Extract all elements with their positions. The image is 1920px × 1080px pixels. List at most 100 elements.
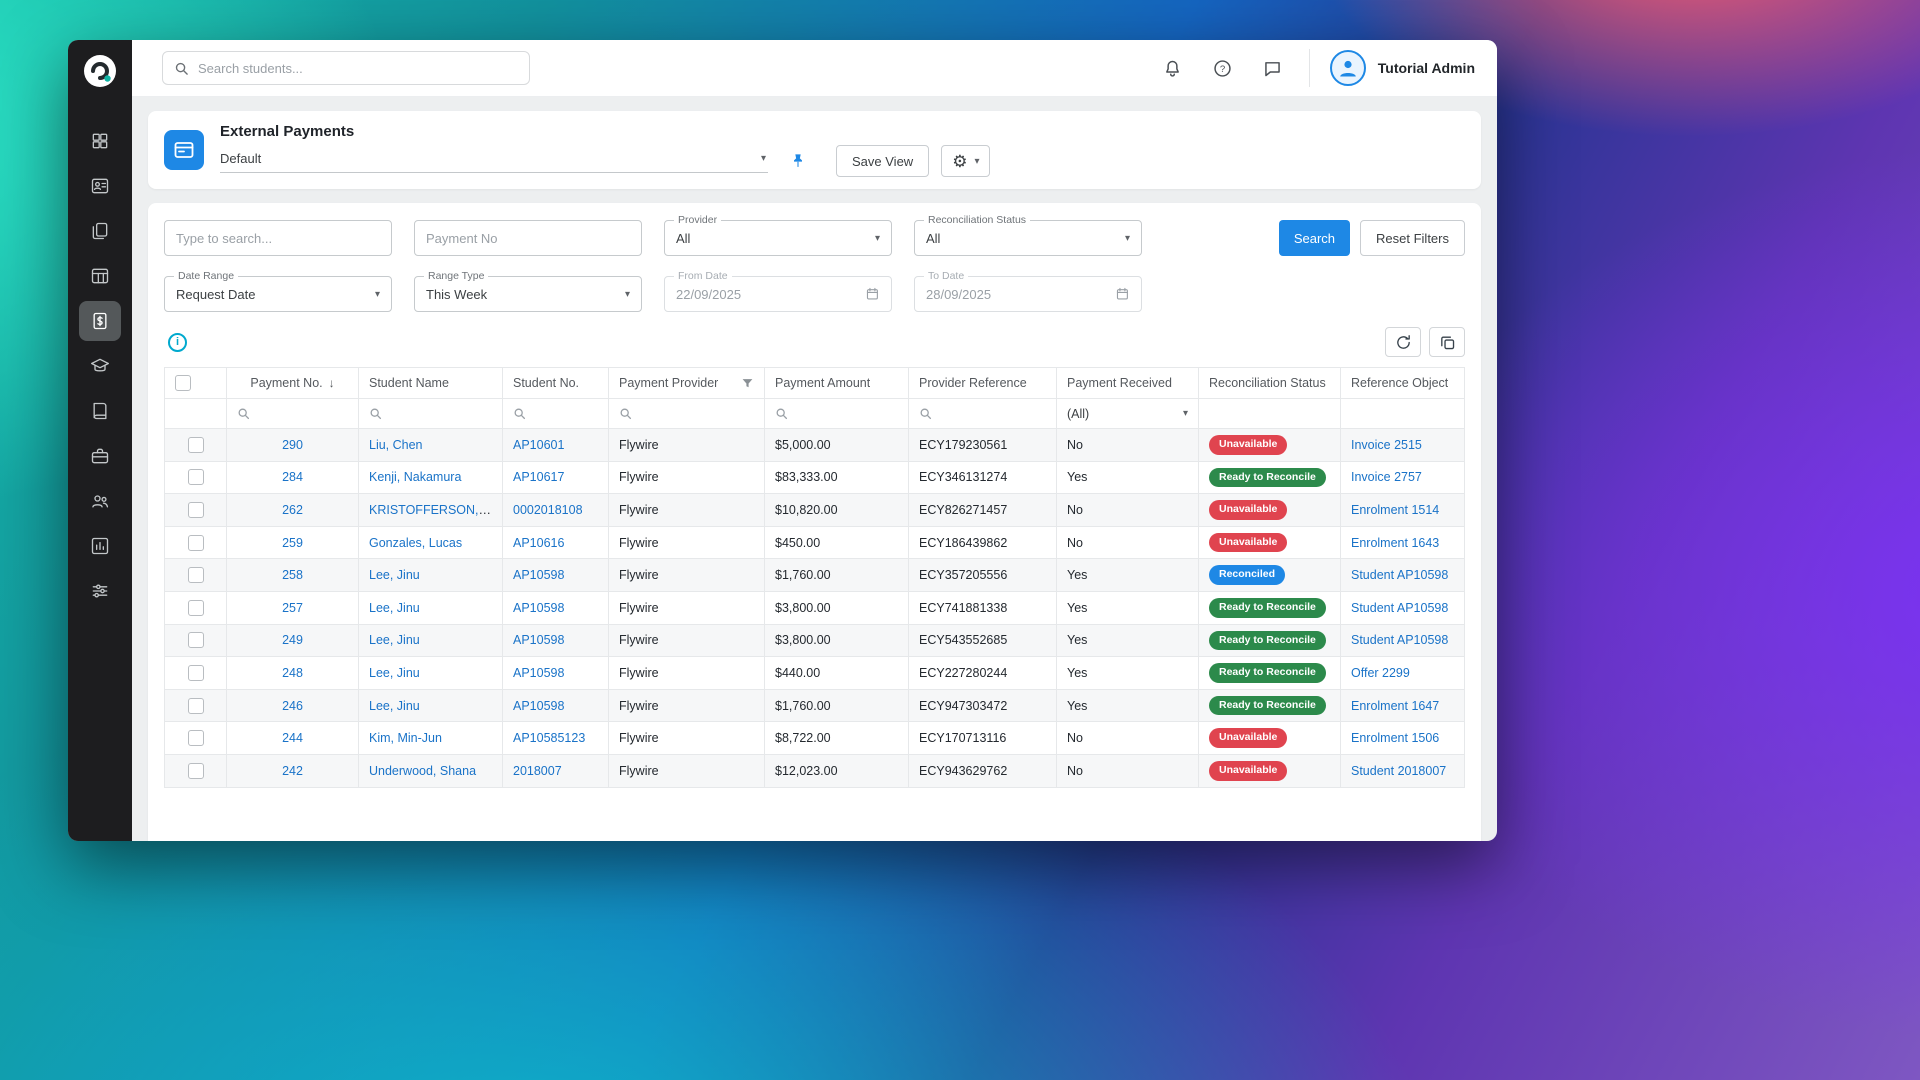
row-checkbox[interactable] bbox=[188, 730, 204, 746]
student-no-link[interactable]: 2018007 bbox=[513, 764, 562, 778]
student-no-link[interactable]: AP10598 bbox=[513, 633, 564, 647]
sidebar-item-reports[interactable] bbox=[79, 526, 121, 566]
student-name-link[interactable]: Lee, Jinu bbox=[369, 699, 420, 713]
select-all-header[interactable] bbox=[165, 368, 227, 399]
reference-object-link[interactable]: Invoice 2515 bbox=[1351, 438, 1422, 452]
student-name-link[interactable]: Lee, Jinu bbox=[369, 666, 420, 680]
reference-object-link[interactable]: Student AP10598 bbox=[1351, 601, 1448, 615]
student-no-link[interactable]: AP10616 bbox=[513, 536, 564, 550]
payment-no-link[interactable]: 259 bbox=[282, 536, 303, 550]
column-header-student-name[interactable]: Student Name bbox=[359, 368, 503, 399]
student-no-link[interactable]: AP10585123 bbox=[513, 731, 585, 745]
payment-no-link[interactable]: 242 bbox=[282, 764, 303, 778]
reference-object-link[interactable]: Enrolment 1506 bbox=[1351, 731, 1439, 745]
date-range-select[interactable]: Date Range Request Date ▾ bbox=[164, 276, 392, 312]
reference-object-link[interactable]: Enrolment 1643 bbox=[1351, 536, 1439, 550]
column-search-icon[interactable] bbox=[237, 407, 348, 420]
row-checkbox[interactable] bbox=[188, 600, 204, 616]
sidebar-item-library[interactable] bbox=[79, 391, 121, 431]
student-no-link[interactable]: AP10598 bbox=[513, 699, 564, 713]
column-header-reconciliation-status[interactable]: Reconciliation Status bbox=[1199, 368, 1341, 399]
student-name-link[interactable]: KRISTOFFERSON, Kris bbox=[369, 503, 503, 517]
chat-button[interactable] bbox=[1261, 56, 1285, 80]
payment-no-field[interactable] bbox=[414, 220, 642, 256]
payment-no-link[interactable]: 248 bbox=[282, 666, 303, 680]
row-checkbox[interactable] bbox=[188, 763, 204, 779]
column-header-payment-amount[interactable]: Payment Amount bbox=[765, 368, 909, 399]
help-button[interactable]: ? bbox=[1211, 56, 1235, 80]
payment-no-link[interactable]: 257 bbox=[282, 601, 303, 615]
student-name-link[interactable]: Kenji, Nakamura bbox=[369, 470, 461, 484]
keyword-search-input[interactable] bbox=[176, 231, 380, 246]
column-header-reference-object[interactable]: Reference Object bbox=[1341, 368, 1465, 399]
view-settings-button[interactable]: ⚙ ▾ bbox=[941, 145, 990, 177]
reference-object-link[interactable]: Student AP10598 bbox=[1351, 633, 1448, 647]
column-header-payment-received[interactable]: Payment Received bbox=[1057, 368, 1199, 399]
sidebar-item-documents[interactable] bbox=[79, 211, 121, 251]
row-checkbox[interactable] bbox=[188, 535, 204, 551]
reset-filters-button[interactable]: Reset Filters bbox=[1360, 220, 1465, 256]
column-search-icon[interactable] bbox=[369, 407, 492, 420]
student-name-link[interactable]: Liu, Chen bbox=[369, 438, 423, 452]
row-checkbox[interactable] bbox=[188, 698, 204, 714]
reference-object-link[interactable]: Student AP10598 bbox=[1351, 568, 1448, 582]
student-no-link[interactable]: AP10601 bbox=[513, 438, 564, 452]
sidebar-item-preferences[interactable] bbox=[79, 571, 121, 611]
column-filter-student-name[interactable] bbox=[359, 399, 503, 429]
column-search-icon[interactable] bbox=[919, 407, 1046, 420]
payment-no-link[interactable]: 249 bbox=[282, 633, 303, 647]
payment-no-link[interactable]: 244 bbox=[282, 731, 303, 745]
student-name-link[interactable]: Lee, Jinu bbox=[369, 633, 420, 647]
payment-no-link[interactable]: 284 bbox=[282, 470, 303, 484]
student-name-link[interactable]: Kim, Min-Jun bbox=[369, 731, 442, 745]
column-header-payment-no[interactable]: Payment No.↓ bbox=[227, 368, 359, 399]
column-filter-payment-received[interactable]: (All)▾ bbox=[1057, 399, 1199, 429]
row-checkbox[interactable] bbox=[188, 469, 204, 485]
column-filter-payment-no[interactable] bbox=[227, 399, 359, 429]
sidebar-item-tables[interactable] bbox=[79, 256, 121, 296]
row-checkbox[interactable] bbox=[188, 567, 204, 583]
sidebar-item-contacts[interactable] bbox=[79, 166, 121, 206]
search-button[interactable]: Search bbox=[1279, 220, 1350, 256]
column-search-icon[interactable] bbox=[619, 407, 754, 420]
row-checkbox[interactable] bbox=[188, 632, 204, 648]
payment-received-filter[interactable]: (All)▾ bbox=[1067, 407, 1188, 421]
payment-no-link[interactable]: 246 bbox=[282, 699, 303, 713]
reference-object-link[interactable]: Offer 2299 bbox=[1351, 666, 1410, 680]
column-filter-payment-provider[interactable] bbox=[609, 399, 765, 429]
row-checkbox[interactable] bbox=[188, 665, 204, 681]
sidebar-item-people[interactable] bbox=[79, 481, 121, 521]
student-search[interactable] bbox=[162, 51, 530, 85]
column-search-icon[interactable] bbox=[775, 407, 898, 420]
pin-view-button[interactable] bbox=[790, 153, 806, 169]
reference-object-link[interactable]: Enrolment 1647 bbox=[1351, 699, 1439, 713]
export-button[interactable] bbox=[1429, 327, 1465, 357]
save-view-button[interactable]: Save View bbox=[836, 145, 929, 177]
provider-select[interactable]: Provider All ▾ bbox=[664, 220, 892, 256]
view-selector[interactable]: Default ▾ bbox=[220, 150, 768, 173]
app-logo-icon[interactable] bbox=[81, 52, 119, 95]
refresh-button[interactable] bbox=[1385, 327, 1421, 357]
column-filter-provider-reference[interactable] bbox=[909, 399, 1057, 429]
row-checkbox[interactable] bbox=[188, 502, 204, 518]
student-no-link[interactable]: 0002018108 bbox=[513, 503, 583, 517]
row-checkbox[interactable] bbox=[188, 437, 204, 453]
filter-funnel-icon[interactable] bbox=[741, 377, 754, 390]
column-header-provider-reference[interactable]: Provider Reference bbox=[909, 368, 1057, 399]
range-type-select[interactable]: Range Type This Week ▾ bbox=[414, 276, 642, 312]
user-avatar[interactable] bbox=[1330, 50, 1366, 86]
payment-no-input[interactable] bbox=[426, 231, 630, 246]
column-filter-payment-amount[interactable] bbox=[765, 399, 909, 429]
student-no-link[interactable]: AP10598 bbox=[513, 601, 564, 615]
info-icon[interactable]: i bbox=[168, 333, 187, 352]
notifications-button[interactable] bbox=[1161, 56, 1185, 80]
student-no-link[interactable]: AP10598 bbox=[513, 666, 564, 680]
student-name-link[interactable]: Underwood, Shana bbox=[369, 764, 476, 778]
payment-no-link[interactable]: 262 bbox=[282, 503, 303, 517]
column-search-icon[interactable] bbox=[513, 407, 598, 420]
column-filter-student-no[interactable] bbox=[503, 399, 609, 429]
payment-no-link[interactable]: 258 bbox=[282, 568, 303, 582]
student-name-link[interactable]: Lee, Jinu bbox=[369, 601, 420, 615]
sidebar-item-education[interactable] bbox=[79, 346, 121, 386]
student-search-input[interactable] bbox=[198, 61, 518, 76]
